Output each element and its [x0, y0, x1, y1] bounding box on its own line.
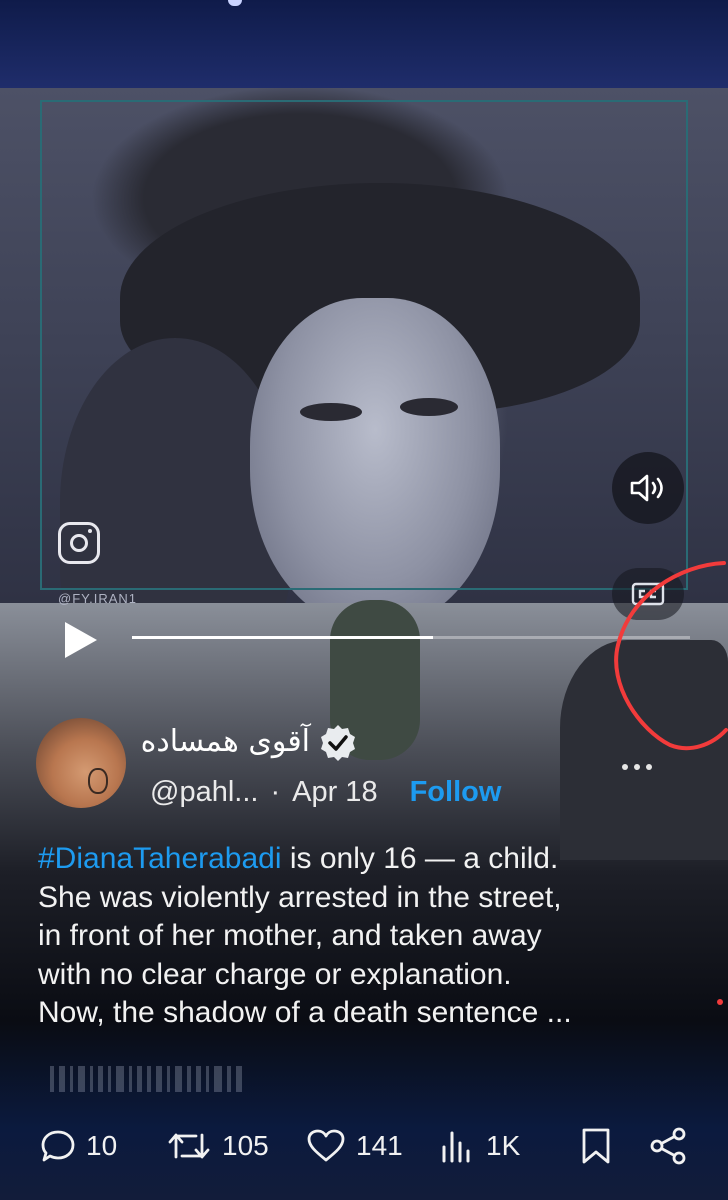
more-dot: [646, 764, 652, 770]
like-count: 141: [356, 1130, 403, 1161]
verified-badge-icon: [321, 725, 355, 761]
captions-button[interactable]: [612, 568, 684, 620]
play-button[interactable]: [62, 620, 100, 660]
reply-button[interactable]: 10: [40, 1120, 117, 1172]
more-icon[interactable]: [622, 760, 658, 774]
hashtag-link[interactable]: #DianaTaherabadi: [38, 842, 282, 875]
more-dot: [622, 764, 628, 770]
views-count: 1K: [486, 1130, 521, 1161]
top-glint: [228, 0, 242, 6]
red-annotation-dot: [717, 999, 723, 1005]
share-button[interactable]: [648, 1120, 688, 1172]
sound-button[interactable]: [612, 452, 684, 524]
speaker-icon: [630, 474, 663, 502]
video-inner-frame: [40, 100, 688, 590]
captions-icon: [631, 582, 665, 606]
avatar-tattoo: [88, 768, 108, 794]
video-top-backdrop: [0, 0, 728, 88]
play-icon: [65, 622, 97, 658]
video-watermark: @FY.IRAN1: [58, 591, 138, 606]
instagram-icon: [58, 522, 100, 564]
tweet-date[interactable]: Apr 18: [292, 776, 377, 809]
meta-separator: ·: [270, 776, 281, 808]
views-button[interactable]: 1K: [440, 1120, 520, 1172]
bookmark-icon: [582, 1128, 610, 1164]
repost-count: 105: [222, 1130, 269, 1161]
tweet-meta-row: @pahl... · Apr 18 Follow: [150, 776, 501, 809]
video-progress-fill: [132, 636, 434, 639]
repost-icon: [168, 1133, 210, 1159]
ptl-watermark-graphic: [50, 1066, 242, 1092]
more-dot: [634, 764, 640, 770]
follow-button[interactable]: Follow: [410, 776, 502, 809]
repost-button[interactable]: 105: [166, 1120, 269, 1172]
like-button[interactable]: 141: [306, 1120, 403, 1172]
bookmark-button[interactable]: [580, 1120, 612, 1172]
tweet-text: #DianaTaherabadi is only 16 — a child. S…: [38, 840, 698, 1033]
police-figure: [560, 640, 728, 860]
heart-icon: [307, 1129, 345, 1162]
handle[interactable]: @pahl...: [150, 776, 258, 809]
display-name[interactable]: آقوی همساده: [141, 724, 310, 759]
reply-icon: [41, 1130, 75, 1162]
share-icon: [650, 1127, 686, 1165]
reply-count: 10: [86, 1130, 118, 1161]
avatar[interactable]: [36, 718, 126, 808]
video-progress-bar[interactable]: [132, 636, 690, 639]
tweet-action-bar: 10 105 141 1K: [0, 1120, 728, 1172]
views-icon: [442, 1131, 470, 1163]
